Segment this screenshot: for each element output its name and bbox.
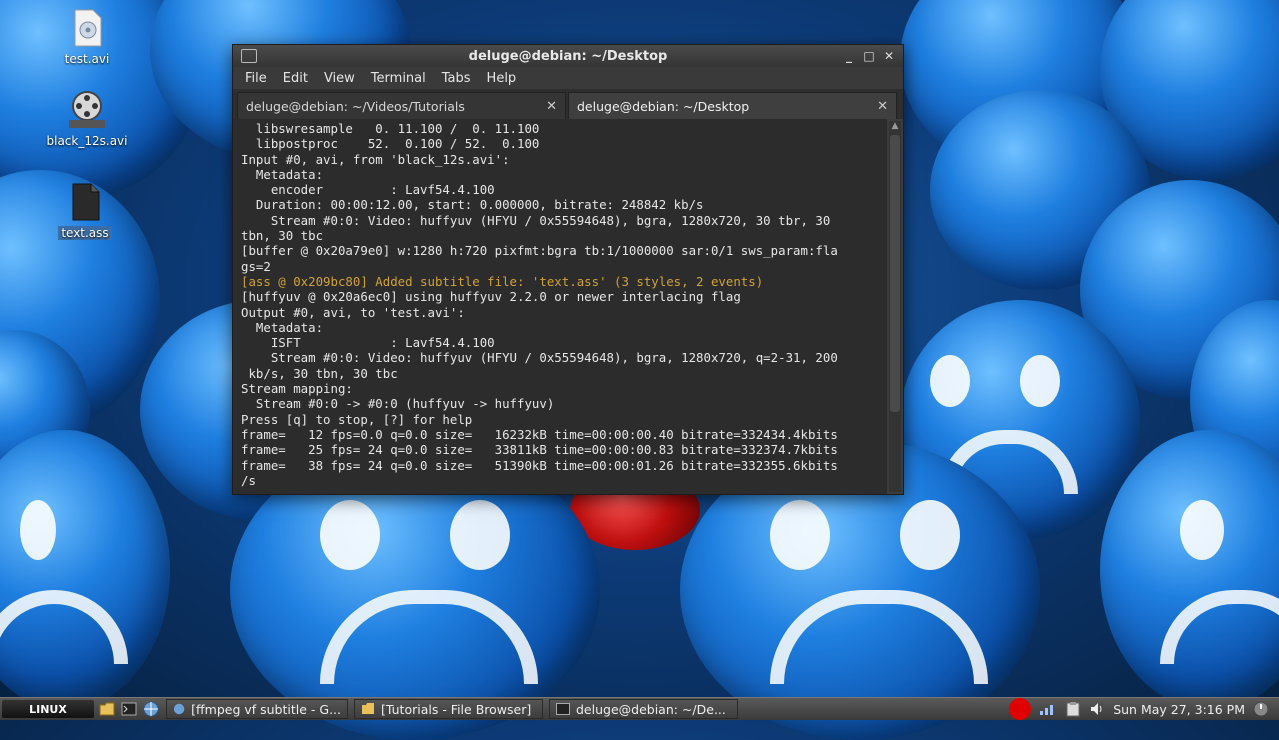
network-signal-icon[interactable] (1039, 702, 1057, 716)
terminal-line: frame= 12 fps=0.0 q=0.0 size= 16232kB ti… (241, 426, 838, 442)
desktop-icon-label: text.ass (58, 226, 112, 240)
scrollbar[interactable]: ▲ (889, 121, 901, 492)
terminal-line: Metadata: (241, 166, 324, 182)
minimize-button[interactable]: _ (841, 48, 857, 64)
terminal-line: tbn, 30 tbc (241, 228, 324, 244)
menu-file[interactable]: File (237, 71, 275, 86)
text-file-icon (65, 182, 105, 222)
browser-icon[interactable] (142, 700, 160, 718)
folder-icon[interactable] (98, 700, 116, 718)
terminal-line: gs=2 (241, 258, 271, 274)
desktop-icon-test-avi[interactable]: test.avi (42, 8, 132, 66)
system-tray: Sun May 27, 3:16 PM (1009, 698, 1279, 720)
terminal-line: /s (241, 472, 256, 488)
terminal-line: libpostproc 52. 0.100 / 52. 0.100 (241, 136, 540, 152)
menu-bar: File Edit View Terminal Tabs Help (233, 67, 903, 89)
maximize-button[interactable]: □ (861, 48, 877, 64)
terminal-line: [ass @ 0x209bc80] Added subtitle file: '… (241, 273, 764, 289)
tab-label: deluge@debian: ~/Desktop (577, 98, 750, 114)
browser-task-icon (173, 703, 185, 715)
menu-view[interactable]: View (316, 71, 363, 86)
tab-label: deluge@debian: ~/Videos/Tutorials (246, 98, 465, 114)
terminal-launcher-icon[interactable] (120, 700, 138, 718)
terminal-line: Stream #0:0 -> #0:0 (huffyuv -> huffyuv) (241, 396, 555, 412)
tab-desktop[interactable]: deluge@debian: ~/Desktop ✕ (568, 92, 897, 119)
menu-edit[interactable]: Edit (275, 71, 316, 86)
terminal-line: frame= 25 fps= 24 q=0.0 size= 33811kB ti… (241, 442, 838, 458)
terminal-window[interactable]: deluge@debian: ~/Desktop _ □ ✕ File Edit… (232, 44, 904, 495)
task-label: [ffmpeg vf subtitle - G... (191, 701, 341, 717)
record-indicator-icon[interactable] (1009, 698, 1032, 720)
desktop-icon-black-12s-avi[interactable]: black_12s.avi (42, 90, 132, 148)
taskbar: LINUX [ffmpeg vf subtitle - G... [Tutori… (0, 697, 1279, 720)
task-label: [Tutorials - File Browser] (381, 701, 532, 717)
clock[interactable]: Sun May 27, 3:16 PM (1113, 702, 1245, 717)
close-tab-icon[interactable]: ✕ (877, 99, 888, 114)
close-tab-icon[interactable]: ✕ (546, 99, 557, 114)
terminal-line: Stream #0:0: Video: huffyuv (HFYU / 0x55… (241, 350, 838, 366)
terminal-line: [huffyuv @ 0x20a6ec0] using huffyuv 2.2.… (241, 289, 741, 305)
terminal-line: Output #0, avi, to 'test.avi': (241, 304, 465, 320)
terminal-task-icon (556, 703, 570, 715)
tab-bar: deluge@debian: ~/Videos/Tutorials ✕ delu… (233, 89, 903, 119)
start-menu-button[interactable]: LINUX (2, 700, 94, 718)
film-reel-icon (67, 90, 107, 130)
terminal-line: frame= 38 fps= 24 q=0.0 size= 51390kB ti… (241, 457, 838, 473)
tab-videos-tutorials[interactable]: deluge@debian: ~/Videos/Tutorials ✕ (237, 92, 566, 119)
window-title: deluge@debian: ~/Desktop (468, 48, 668, 64)
scroll-thumb[interactable] (890, 135, 900, 412)
task-file-browser[interactable]: [Tutorials - File Browser] (354, 699, 543, 719)
desktop-icon-label: test.avi (64, 52, 110, 66)
terminal-line: ISFT : Lavf54.4.100 (241, 335, 495, 351)
task-terminal[interactable]: deluge@debian: ~/De... (549, 699, 738, 719)
terminal-line: Duration: 00:00:12.00, start: 0.000000, … (241, 197, 704, 213)
folder-task-icon (362, 703, 374, 714)
video-file-icon (67, 8, 107, 48)
terminal-line: encoder : Lavf54.4.100 (241, 182, 495, 198)
terminal-line: [buffer @ 0x20a79e0] w:1280 h:720 pixfmt… (241, 243, 838, 259)
terminal-line: kb/s, 30 tbn, 30 tbc (241, 365, 398, 381)
terminal-line: Stream #0:0: Video: huffyuv (HFYU / 0x55… (241, 212, 831, 228)
terminal-output[interactable]: libswresample 0. 11.100 / 0. 11.100 libp… (233, 119, 887, 494)
terminal-line: libswresample 0. 11.100 / 0. 11.100 (241, 121, 540, 136)
volume-icon[interactable] (1089, 701, 1105, 717)
task-label: deluge@debian: ~/De... (576, 701, 726, 717)
logout-icon[interactable] (1253, 701, 1269, 717)
menu-tabs[interactable]: Tabs (434, 71, 479, 86)
title-bar[interactable]: deluge@debian: ~/Desktop _ □ ✕ (233, 45, 903, 67)
clipboard-icon[interactable] (1065, 701, 1081, 717)
scroll-up-icon[interactable]: ▲ (889, 121, 901, 133)
terminal-line: Stream mapping: (241, 381, 353, 397)
close-button[interactable]: ✕ (881, 48, 897, 64)
terminal-icon (241, 49, 257, 63)
desktop-icon-label: black_12s.avi (46, 134, 128, 148)
menu-help[interactable]: Help (479, 71, 525, 86)
terminal-line: Press [q] to stop, [?] for help (241, 411, 473, 427)
menu-terminal[interactable]: Terminal (363, 71, 434, 86)
terminal-line: Input #0, avi, from 'black_12s.avi': (241, 151, 510, 167)
terminal-line: Metadata: (241, 319, 324, 335)
task-ffmpeg-browser[interactable]: [ffmpeg vf subtitle - G... (166, 699, 348, 719)
desktop-icon-text-ass[interactable]: text.ass (40, 182, 130, 241)
